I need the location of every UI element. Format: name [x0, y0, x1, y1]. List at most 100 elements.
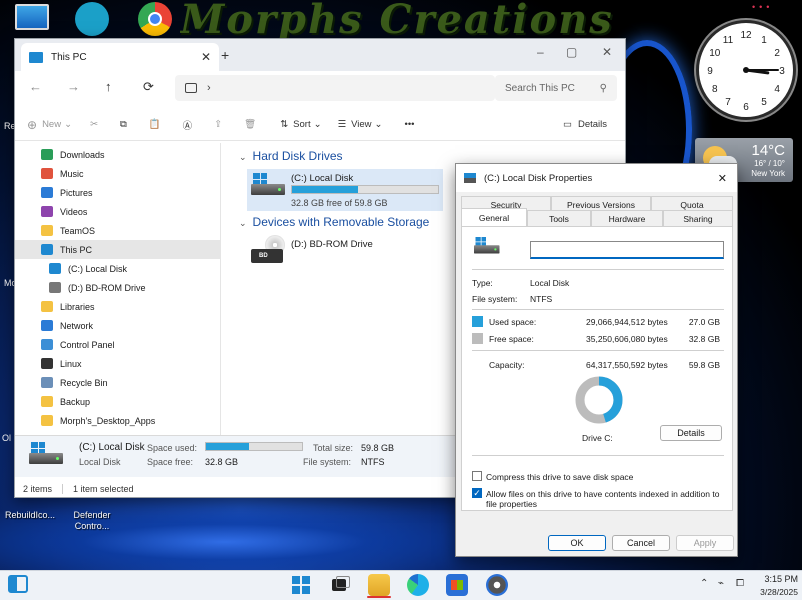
ok-button[interactable]: OK	[548, 535, 606, 551]
sidebar-item[interactable]: Linux	[15, 354, 220, 373]
cut-button[interactable]: ✂	[90, 119, 98, 130]
total-size-label: Total size:	[313, 443, 354, 453]
new-tab-button[interactable]: +	[221, 47, 229, 63]
disk-details-button[interactable]: Details	[660, 425, 722, 441]
chevron-up-icon[interactable]: ⌃	[700, 578, 708, 589]
sidebar-item[interactable]: Control Panel	[15, 335, 220, 354]
search-icon: ⚲	[599, 82, 607, 94]
sidebar-item[interactable]: Videos	[15, 202, 220, 221]
chevron-down-icon: ⌄	[239, 218, 247, 228]
desktop-icon-label: Defender Contro...	[73, 510, 111, 531]
sidebar-item-label: Control Panel	[60, 339, 115, 350]
section-title: Hard Disk Drives	[252, 149, 343, 163]
widgets-button[interactable]	[8, 575, 28, 593]
windows-logo-icon	[292, 576, 300, 584]
close-tab-icon[interactable]: ✕	[201, 50, 211, 64]
hard-disk-drives-header[interactable]: ⌄ Hard Disk Drives	[239, 149, 343, 163]
file-explorer-taskbar-button[interactable]	[368, 574, 390, 596]
apply-button[interactable]: Apply	[676, 535, 734, 551]
desktop-icon-rebuild[interactable]: RebuildIco...	[4, 498, 56, 521]
sort-icon: ⇅	[280, 119, 289, 130]
view-icon: ☰	[337, 119, 347, 130]
desktop-icon-chrome[interactable]	[133, 2, 177, 38]
delete-button[interactable]: 🗑	[244, 119, 256, 130]
sidebar-item[interactable]: Recycle Bin	[15, 373, 220, 392]
network-tray-icon[interactable]: ⌁	[718, 578, 724, 589]
breadcrumb-chevron[interactable]: ›	[207, 82, 211, 94]
search-placeholder: Search This PC	[505, 82, 575, 94]
sidebar-item[interactable]: Backup	[15, 392, 220, 411]
folder-icon	[41, 301, 53, 312]
cancel-button[interactable]: Cancel	[612, 535, 670, 551]
sidebar-item[interactable]: Pictures	[15, 183, 220, 202]
rename-button[interactable]: Ⓐ	[183, 118, 193, 132]
forward-button[interactable]: →	[67, 79, 80, 94]
close-window-button[interactable]: ✕	[602, 45, 612, 59]
details-drive-type: Local Disk	[79, 457, 121, 467]
maximize-button[interactable]: ▢	[566, 45, 577, 59]
address-field[interactable]: ›	[175, 75, 495, 101]
bd-rom-icon: BD	[251, 235, 285, 265]
drive-c-tile[interactable]: (C:) Local Disk 32.8 GB free of 59.8 GB	[247, 169, 443, 211]
minimize-button[interactable]: –	[537, 45, 544, 59]
tab-sharing[interactable]: Sharing	[663, 210, 733, 226]
display-tray-icon[interactable]: ⧠	[736, 578, 744, 589]
task-view-button[interactable]	[329, 574, 351, 596]
index-checkbox[interactable]: ✓	[472, 488, 482, 498]
space-free-label: Space free:	[147, 457, 194, 467]
share-button[interactable]: ⇪	[214, 119, 222, 130]
sidebar-item[interactable]: (C:) Local Disk	[15, 259, 220, 278]
copy-button[interactable]: ⧉	[120, 119, 127, 130]
view-button[interactable]: ☰ View ⌄	[338, 119, 383, 130]
section-title: Devices with Removable Storage	[252, 215, 430, 229]
file-system-value: NTFS	[361, 457, 385, 467]
paste-button[interactable]: 📋	[149, 119, 161, 130]
dialog-close-button[interactable]: ✕	[718, 172, 727, 185]
sidebar-item[interactable]: Music	[15, 164, 220, 183]
desktop-icon-monitor[interactable]	[10, 4, 54, 32]
chevron-down-icon: ⌄	[374, 119, 383, 130]
sidebar-item[interactable]: This PC	[15, 240, 220, 259]
removable-storage-header[interactable]: ⌄ Devices with Removable Storage	[239, 215, 429, 229]
desktop-icon-app[interactable]	[70, 2, 114, 38]
sidebar-item-label: Pictures	[60, 187, 93, 198]
sidebar-item[interactable]: Libraries	[15, 297, 220, 316]
more-options-button[interactable]: •••	[405, 119, 415, 130]
refresh-button[interactable]: ⟳	[143, 79, 154, 95]
details-pane-button[interactable]: ▭ Details	[563, 119, 607, 130]
command-bar: ⊕ New ⌄ ✂ ⧉ 📋 Ⓐ ⇪ 🗑 ⇅ Sort ⌄ ☰ View ⌄ ••• ▭ Det…	[15, 109, 625, 141]
start-button[interactable]	[290, 574, 312, 596]
sidebar-item[interactable]: Morph's_Desktop_Apps	[15, 411, 220, 430]
fs-value: NTFS	[530, 294, 553, 304]
taskbar-time[interactable]: 3:15 PM	[758, 574, 798, 584]
tab-tools[interactable]: Tools	[527, 210, 591, 226]
taskbar-date[interactable]: 3/28/2025	[754, 587, 798, 597]
sidebar-item[interactable]: TeamOS	[15, 221, 220, 240]
sidebar-item-label: This PC	[60, 244, 93, 255]
edge-browser-button[interactable]	[407, 574, 429, 596]
monitor-icon	[15, 4, 49, 30]
cut-icon: ✂	[90, 119, 99, 130]
sidebar-item[interactable]: (D:) BD-ROM Drive	[15, 278, 220, 297]
desktop-icon-defender[interactable]: Defender Contro...	[66, 498, 118, 532]
settings-button[interactable]	[486, 574, 508, 596]
tab-this-pc[interactable]: This PC ✕	[21, 43, 219, 71]
sidebar-item[interactable]: Network	[15, 316, 220, 335]
search-input[interactable]: Search This PC ⚲	[495, 75, 617, 101]
weather-range: 16° / 10°	[754, 159, 785, 168]
tab-hardware[interactable]: Hardware	[591, 210, 663, 226]
drive-d-tile[interactable]: BD (D:) BD-ROM Drive	[247, 235, 443, 275]
clock-widget: 12 1 2 3 4 5 6 7 8 9 10 11	[696, 20, 796, 120]
drive-label-input[interactable]	[530, 241, 724, 259]
back-button[interactable]: ←	[29, 79, 42, 94]
sidebar-item[interactable]: Downloads	[15, 145, 220, 164]
up-button[interactable]: ↑	[105, 79, 112, 94]
new-button[interactable]: ⊕ New ⌄	[27, 118, 72, 132]
tab-general[interactable]: General	[461, 208, 527, 226]
store-button[interactable]	[446, 574, 468, 596]
usage-donut-chart	[575, 376, 623, 424]
sidebar-item-label: (C:) Local Disk	[68, 263, 128, 274]
bd-badge: BD	[251, 249, 283, 263]
sort-button[interactable]: ⇅ Sort ⌄	[280, 119, 321, 130]
compress-checkbox[interactable]	[472, 471, 482, 481]
